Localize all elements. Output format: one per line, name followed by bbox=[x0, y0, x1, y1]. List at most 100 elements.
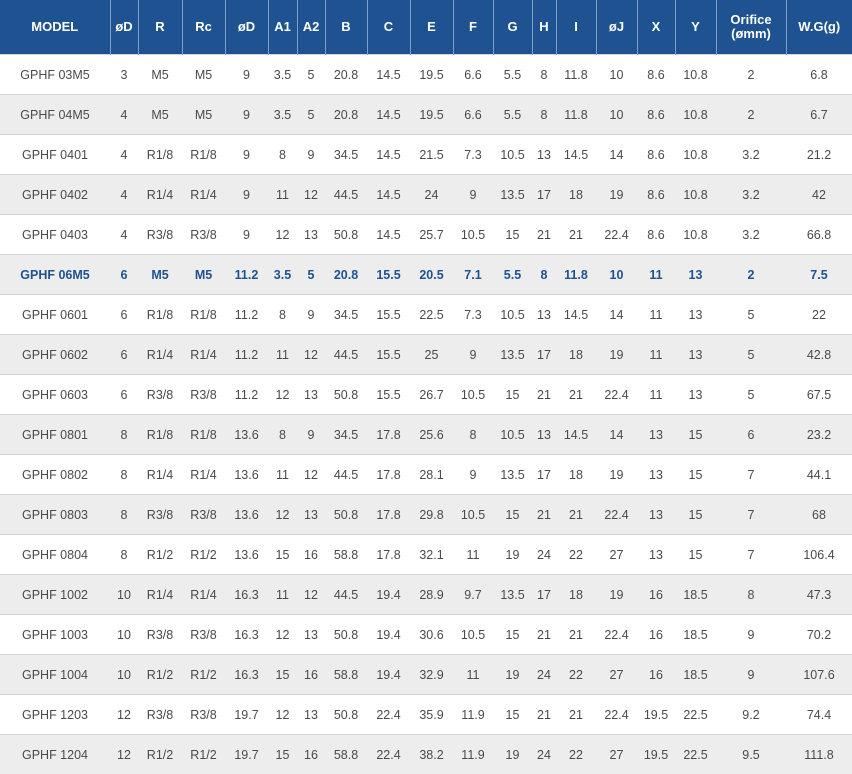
table-cell: 10 bbox=[110, 655, 138, 695]
table-cell: 21 bbox=[556, 215, 596, 255]
table-cell: 19.5 bbox=[637, 735, 675, 774]
table-cell: 70.2 bbox=[786, 615, 852, 655]
column-header: R bbox=[138, 0, 182, 55]
table-cell: R1/2 bbox=[182, 655, 225, 695]
table-cell: R1/4 bbox=[182, 455, 225, 495]
table-row: GPHF 06036R3/8R3/811.2121350.815.526.710… bbox=[0, 375, 852, 415]
model-cell: GPHF 0601 bbox=[0, 295, 110, 335]
table-cell: 15.5 bbox=[367, 255, 410, 295]
table-cell: R3/8 bbox=[182, 215, 225, 255]
table-cell: 9 bbox=[297, 415, 325, 455]
table-cell: 11 bbox=[268, 175, 297, 215]
table-cell: 22.5 bbox=[675, 735, 716, 774]
table-cell: 8 bbox=[268, 295, 297, 335]
table-cell: 8 bbox=[532, 55, 556, 95]
table-cell: 24 bbox=[532, 735, 556, 774]
table-cell: 16 bbox=[637, 615, 675, 655]
table-cell: 3 bbox=[110, 55, 138, 95]
table-cell: 17 bbox=[532, 335, 556, 375]
model-cell: GPHF 0403 bbox=[0, 215, 110, 255]
table-cell: 8 bbox=[268, 415, 297, 455]
table-cell: 14.5 bbox=[367, 175, 410, 215]
table-cell: 14.5 bbox=[556, 295, 596, 335]
table-cell: R1/8 bbox=[138, 415, 182, 455]
model-cell: GPHF 0402 bbox=[0, 175, 110, 215]
table-cell: 15 bbox=[493, 375, 532, 415]
table-cell: 44.5 bbox=[325, 575, 367, 615]
table-cell: 22.4 bbox=[596, 495, 637, 535]
table-cell: 10.8 bbox=[675, 55, 716, 95]
table-cell: 23.2 bbox=[786, 415, 852, 455]
table-cell: 26.7 bbox=[410, 375, 453, 415]
column-header: MODEL bbox=[0, 0, 110, 55]
table-cell: 6 bbox=[110, 375, 138, 415]
table-cell: 4 bbox=[110, 135, 138, 175]
table-row: GPHF 08038R3/8R3/813.6121350.817.829.810… bbox=[0, 495, 852, 535]
table-cell: 3.2 bbox=[716, 215, 786, 255]
table-cell: 8 bbox=[716, 575, 786, 615]
table-cell: 25.7 bbox=[410, 215, 453, 255]
table-cell: 106.4 bbox=[786, 535, 852, 575]
table-cell: 8 bbox=[110, 455, 138, 495]
table-cell: M5 bbox=[182, 55, 225, 95]
table-cell: R3/8 bbox=[138, 375, 182, 415]
table-cell: 8 bbox=[110, 495, 138, 535]
table-cell: 22 bbox=[556, 735, 596, 774]
table-row: GPHF 08028R1/4R1/413.6111244.517.828.191… bbox=[0, 455, 852, 495]
table-cell: 9 bbox=[297, 295, 325, 335]
table-cell: 11 bbox=[637, 375, 675, 415]
table-cell: R1/2 bbox=[138, 535, 182, 575]
table-cell: 16 bbox=[297, 535, 325, 575]
table-cell: 13 bbox=[297, 375, 325, 415]
table-cell: 7.3 bbox=[453, 295, 493, 335]
table-cell: 13 bbox=[297, 215, 325, 255]
table-row: GPHF 100410R1/2R1/216.3151658.819.432.91… bbox=[0, 655, 852, 695]
table-cell: 17 bbox=[532, 175, 556, 215]
table-cell: 15 bbox=[268, 735, 297, 774]
model-cell: GPHF 0802 bbox=[0, 455, 110, 495]
table-cell: 22.5 bbox=[410, 295, 453, 335]
table-cell: 13.5 bbox=[493, 455, 532, 495]
table-cell: 9 bbox=[297, 135, 325, 175]
model-cell: GPHF 0602 bbox=[0, 335, 110, 375]
table-cell: 7 bbox=[716, 495, 786, 535]
table-cell: 16 bbox=[297, 655, 325, 695]
table-cell: 15 bbox=[493, 615, 532, 655]
table-cell: 38.2 bbox=[410, 735, 453, 774]
table-cell: 27 bbox=[596, 535, 637, 575]
table-cell: R1/2 bbox=[182, 535, 225, 575]
table-cell: 21 bbox=[532, 375, 556, 415]
table-cell: 5 bbox=[716, 335, 786, 375]
table-cell: 13 bbox=[637, 535, 675, 575]
table-cell: M5 bbox=[138, 255, 182, 295]
table-cell: 21 bbox=[556, 495, 596, 535]
table-cell: 11 bbox=[637, 335, 675, 375]
table-cell: 29.8 bbox=[410, 495, 453, 535]
table-cell: 11 bbox=[268, 575, 297, 615]
column-header: C bbox=[367, 0, 410, 55]
table-cell: 15.5 bbox=[367, 295, 410, 335]
table-cell: 15 bbox=[675, 535, 716, 575]
table-cell: 20.5 bbox=[410, 255, 453, 295]
table-row: GPHF 06M56M5M511.23.5520.815.520.57.15.5… bbox=[0, 255, 852, 295]
column-header: øJ bbox=[596, 0, 637, 55]
table-cell: M5 bbox=[138, 95, 182, 135]
table-cell: 12 bbox=[297, 335, 325, 375]
table-cell: R1/4 bbox=[138, 575, 182, 615]
table-cell: 5 bbox=[297, 95, 325, 135]
table-cell: 8 bbox=[268, 135, 297, 175]
table-cell: 13 bbox=[675, 255, 716, 295]
table-cell: R3/8 bbox=[182, 495, 225, 535]
table-cell: 7 bbox=[716, 535, 786, 575]
table-cell: 47.3 bbox=[786, 575, 852, 615]
table-cell: 11 bbox=[453, 535, 493, 575]
table-cell: 10.5 bbox=[453, 495, 493, 535]
table-cell: 3.2 bbox=[716, 175, 786, 215]
table-cell: 6 bbox=[110, 295, 138, 335]
column-header: øD bbox=[225, 0, 268, 55]
table-cell: 21 bbox=[532, 495, 556, 535]
table-cell: 10.5 bbox=[453, 215, 493, 255]
table-cell: 11 bbox=[637, 295, 675, 335]
table-cell: 13 bbox=[637, 495, 675, 535]
table-cell: 22.4 bbox=[596, 375, 637, 415]
